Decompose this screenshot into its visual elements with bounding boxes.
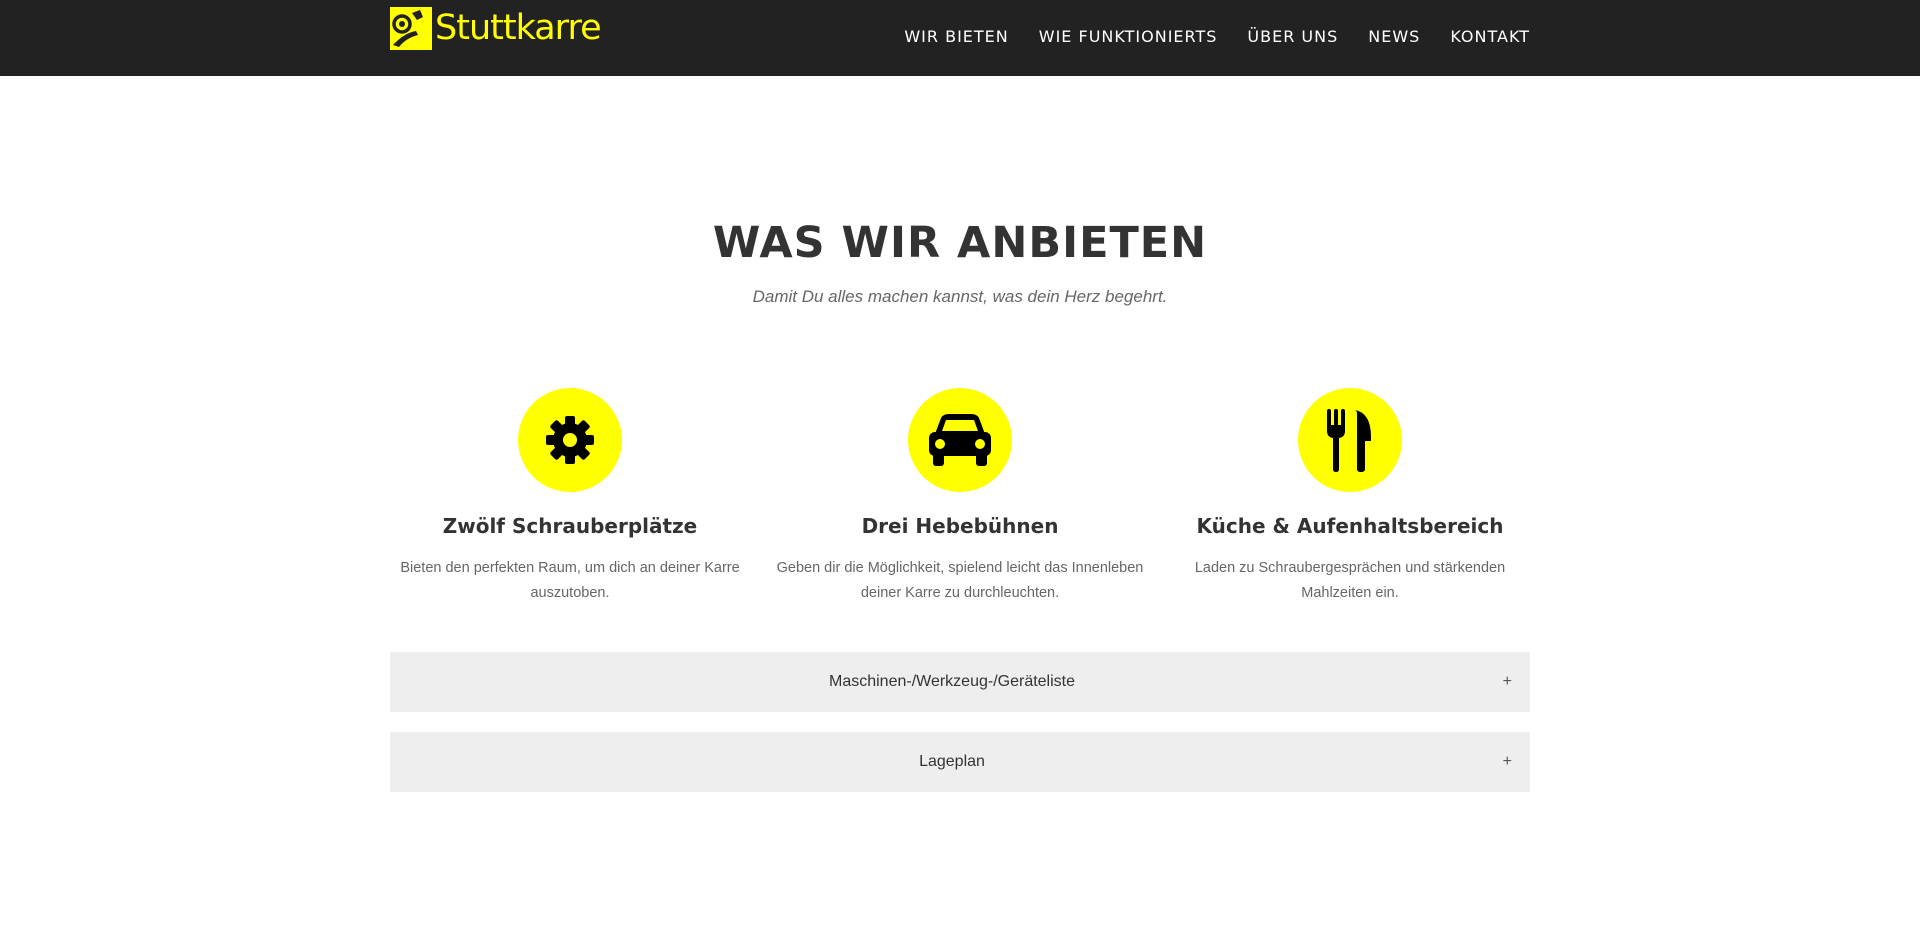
- nav-item-ueber-uns[interactable]: ÜBER UNS: [1247, 27, 1338, 46]
- feature-kueche: Küche & Aufenhaltsbereich Laden zu Schra…: [1165, 388, 1535, 606]
- feature-title: Zwölf Schrauberplätze: [442, 514, 698, 538]
- accordion-geraeteliste[interactable]: Maschinen-/Werkzeug-/Geräteliste +: [390, 652, 1530, 712]
- logo-text: Stuttkarre: [435, 8, 602, 48]
- section-title: WAS WIR ANBIETEN: [712, 218, 1208, 268]
- accordion-lageplan[interactable]: Lageplan +: [390, 732, 1530, 792]
- nav-item-wie-funktionierts[interactable]: WIE FUNKTIONIERTS: [1039, 27, 1218, 46]
- plus-icon[interactable]: +: [1503, 652, 1512, 712]
- accordion-label: Maschinen-/Werkzeug-/Geräteliste: [828, 673, 1076, 690]
- nav-item-wir-bieten[interactable]: WIR BIETEN: [904, 27, 1008, 46]
- car-icon: [908, 388, 1012, 492]
- main-nav: WIR BIETEN WIE FUNKTIONIERTS ÜBER UNS NE…: [904, 0, 1530, 73]
- feature-text: Bieten den perfekten Raum, um dich an de…: [400, 560, 740, 601]
- gear-icon: [518, 388, 622, 492]
- nav-item-news[interactable]: NEWS: [1368, 27, 1420, 46]
- logo[interactable]: Stuttkarre: [390, 6, 602, 50]
- site-header: Stuttkarre WIR BIETEN WIE FUNKTIONIERTS …: [0, 0, 1920, 76]
- logo-wrench-icon: [390, 6, 432, 50]
- feature-title: Drei Hebebühnen: [861, 514, 1059, 538]
- accordion-label: Lageplan: [919, 753, 985, 770]
- feature-title: Küche & Aufenhaltsbereich: [1196, 514, 1504, 538]
- feature-hebebuehnen: Drei Hebebühnen Geben dir die Möglichkei…: [775, 388, 1145, 606]
- feature-text: Laden zu Schraubergesprächen und stärken…: [1194, 560, 1506, 601]
- section-subtitle: Damit Du alles machen kannst, was dein H…: [752, 287, 1168, 306]
- feature-schrauberplaetze: Zwölf Schrauberplätze Bieten den perfekt…: [385, 388, 755, 606]
- nav-item-kontakt[interactable]: KONTAKT: [1450, 27, 1530, 46]
- feature-text: Geben dir die Möglichkeit, spielend leic…: [776, 560, 1144, 601]
- plus-icon[interactable]: +: [1503, 732, 1512, 792]
- cutlery-icon: [1298, 388, 1402, 492]
